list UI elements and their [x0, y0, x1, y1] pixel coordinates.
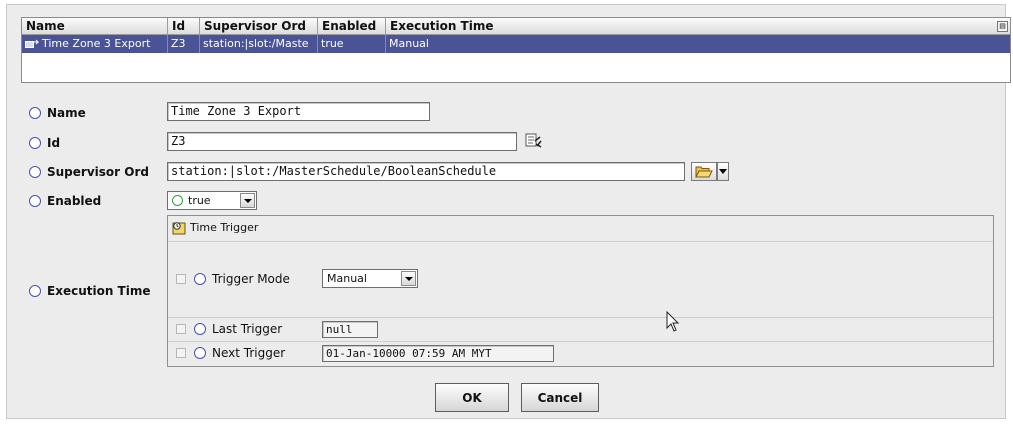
- table-row[interactable]: Time Zone 3 Export Z3 station:|slot:/Mas…: [22, 35, 1010, 53]
- cell-name-text: Time Zone 3 Export: [42, 37, 151, 50]
- enabled-label-text: Enabled: [47, 194, 102, 208]
- name-label-text: Name: [47, 106, 86, 120]
- trigger-mode-arrow[interactable]: [401, 271, 416, 286]
- id-label-text: Id: [47, 136, 61, 150]
- execution-time-slot-icon: [29, 285, 41, 297]
- execution-time-label: Execution Time: [29, 283, 151, 299]
- id-lookup-icon[interactable]: [525, 132, 543, 150]
- next-trigger-item: Next Trigger: [176, 346, 285, 360]
- supervisor-ord-slot-icon: [29, 166, 41, 178]
- column-header-supervisor-ord[interactable]: Supervisor Ord: [200, 18, 318, 35]
- column-header-name[interactable]: Name: [22, 18, 168, 35]
- last-trigger-slot-icon: [194, 323, 206, 335]
- name-slot-icon: [29, 107, 41, 119]
- ok-button[interactable]: OK: [435, 383, 509, 412]
- column-chooser-icon[interactable]: ▤: [997, 21, 1008, 32]
- supervisor-ord-label: Supervisor Ord: [29, 164, 149, 180]
- trigger-mode-checkbox[interactable]: [176, 274, 186, 284]
- id-label: Id: [29, 135, 60, 151]
- name-label: Name: [29, 105, 86, 121]
- enabled-select-arrow[interactable]: [240, 193, 255, 208]
- last-trigger-checkbox[interactable]: [176, 324, 186, 334]
- time-trigger-panel: Time Trigger Trigger Mode Manual Last Tr…: [167, 215, 994, 367]
- next-trigger-row: Next Trigger 01-Jan-10000 07:59 AM MYT: [168, 342, 993, 366]
- cell-enabled: true: [318, 35, 386, 53]
- enabled-label: Enabled: [29, 193, 101, 209]
- cell-supervisor-ord: station:|slot:/Maste: [200, 35, 318, 53]
- ord-options-dropdown[interactable]: [717, 162, 729, 181]
- time-trigger-header: Time Trigger: [168, 216, 993, 242]
- trigger-mode-row: Trigger Mode Manual: [168, 242, 993, 318]
- cancel-button[interactable]: Cancel: [521, 383, 599, 412]
- time-trigger-icon: [172, 222, 186, 235]
- export-properties-dialog: Name Id Supervisor Ord Enabled Execution…: [6, 4, 1011, 419]
- last-trigger-item: Last Trigger: [176, 322, 282, 336]
- last-trigger-label: Last Trigger: [212, 322, 283, 336]
- next-trigger-slot-icon: [194, 347, 206, 359]
- next-trigger-label: Next Trigger: [212, 346, 286, 360]
- time-trigger-title: Time Trigger: [190, 221, 259, 234]
- cell-name: Time Zone 3 Export: [22, 35, 168, 53]
- table-header: Name Id Supervisor Ord Enabled Execution…: [22, 18, 1010, 35]
- execution-time-label-text: Execution Time: [47, 284, 151, 298]
- id-field[interactable]: Z3: [167, 132, 517, 151]
- name-field[interactable]: Time Zone 3 Export: [167, 102, 430, 121]
- enabled-status-icon: [172, 195, 183, 206]
- mouse-cursor-icon: [666, 311, 680, 332]
- last-trigger-row: Last Trigger null: [168, 318, 993, 342]
- ord-chooser-button[interactable]: [691, 162, 717, 181]
- column-header-id[interactable]: Id: [168, 18, 200, 35]
- enabled-select-value: true: [188, 194, 211, 207]
- last-trigger-value: null: [322, 321, 378, 338]
- supervisor-ord-label-text: Supervisor Ord: [47, 165, 149, 179]
- enabled-select[interactable]: true: [167, 191, 257, 210]
- trigger-mode-label: Trigger Mode: [212, 272, 290, 286]
- folder-open-icon: [695, 166, 713, 178]
- cell-id: Z3: [168, 35, 200, 53]
- supervisor-ord-field[interactable]: station:|slot:/MasterSchedule/BooleanSch…: [167, 162, 685, 181]
- dropdown-arrow-icon: [719, 169, 727, 174]
- next-trigger-checkbox[interactable]: [176, 348, 186, 358]
- trigger-mode-select[interactable]: Manual: [322, 269, 418, 288]
- enabled-slot-icon: [29, 195, 41, 207]
- trigger-mode-item: Trigger Mode: [176, 272, 290, 286]
- cell-execution-time: Manual: [389, 37, 429, 50]
- next-trigger-value: 01-Jan-10000 07:59 AM MYT: [322, 345, 554, 362]
- exports-table: Name Id Supervisor Ord Enabled Execution…: [21, 17, 1011, 83]
- trigger-mode-value: Manual: [327, 272, 367, 285]
- trigger-mode-slot-icon: [194, 273, 206, 285]
- column-header-enabled[interactable]: Enabled: [318, 18, 386, 35]
- column-header-execution-time[interactable]: Execution Time: [386, 18, 996, 35]
- id-slot-icon: [29, 137, 41, 149]
- schedule-export-icon: [25, 39, 39, 48]
